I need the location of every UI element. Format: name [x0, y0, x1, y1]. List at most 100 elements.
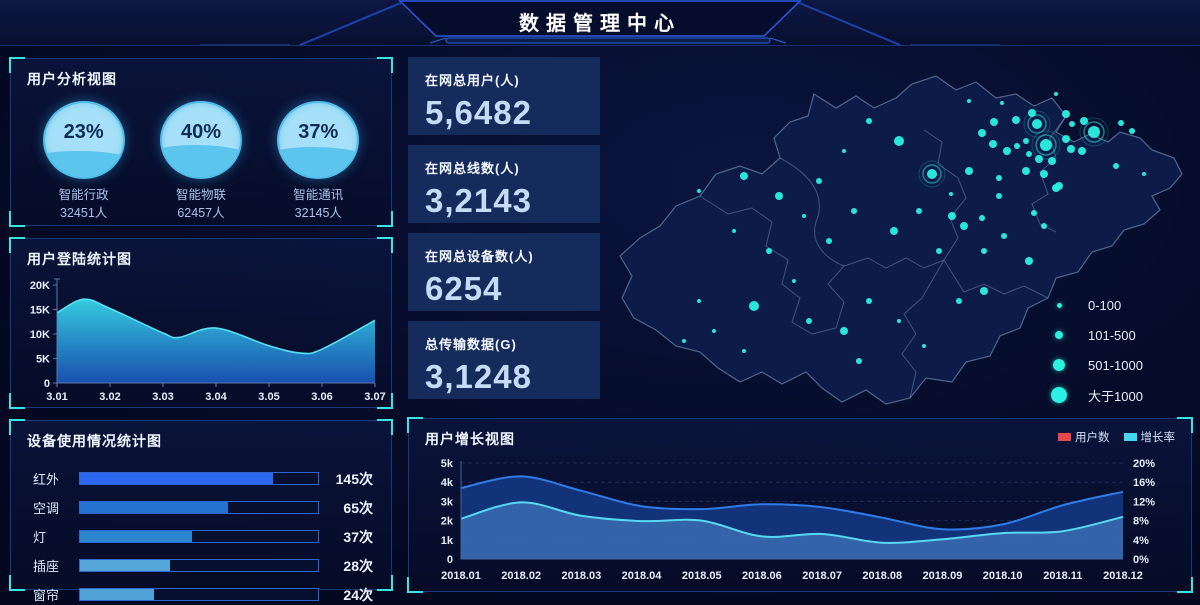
panel-device-usage: 设备使用情况统计图 红外145次空调65次灯37次插座28次窗帘24次	[10, 420, 392, 590]
map-legend-dot	[1051, 387, 1067, 403]
svg-text:1k: 1k	[441, 535, 454, 547]
corner-accent	[377, 211, 393, 227]
map-legend-dot-wrap	[1048, 331, 1070, 339]
svg-text:3.05: 3.05	[258, 391, 279, 403]
gauge-智能物联: 40% 智能物联62457人	[149, 101, 253, 222]
stat-card: 在网总用户(人) 5,6482	[408, 57, 600, 135]
growth-area-chart[interactable]: 01k2k3k4k5k0%4%8%12%16%20%2018.012018.02…	[417, 457, 1187, 597]
panel-user-growth: 用户增长视图 用户数 增长率 01k2k3k4k5k0%4%8%12%16%20…	[408, 418, 1192, 592]
map-legend-label: 101-500	[1088, 328, 1136, 343]
legend-swatch-red	[1058, 433, 1071, 441]
svg-text:8%: 8%	[1133, 516, 1149, 528]
stat-label: 在网总用户(人)	[425, 70, 583, 89]
gauge-wave	[43, 151, 125, 179]
gauge-智能行政: 23%智能行政32451人	[32, 101, 136, 222]
svg-text:2018.04: 2018.04	[622, 570, 663, 582]
device-label: 空调	[25, 498, 79, 517]
svg-text:2018.02: 2018.02	[501, 570, 541, 582]
device-bar-fill	[80, 589, 154, 600]
svg-text:0: 0	[44, 378, 50, 390]
panel-user-analysis: 用户分析视图 23%智能行政32451人 40% 智能物联62457人 37% 智能通讯…	[10, 58, 392, 226]
map-legend-row: 101-500	[1048, 320, 1143, 350]
corner-accent	[407, 577, 423, 593]
panel-title: 用户分析视图	[11, 59, 391, 95]
svg-text:2018.06: 2018.06	[742, 570, 782, 582]
panel-title: 设备使用情况统计图	[11, 421, 391, 457]
corner-accent	[377, 57, 393, 73]
stat-label: 在网总线数(人)	[425, 158, 583, 177]
svg-text:3.01: 3.01	[46, 391, 67, 403]
svg-text:3.04: 3.04	[205, 391, 227, 403]
page-title: 数据管理中心	[0, 7, 1200, 36]
device-bar-track[interactable]	[79, 588, 319, 601]
panel-title: 用户增长视图	[409, 419, 531, 455]
corner-accent	[377, 419, 393, 435]
corner-accent	[377, 575, 393, 591]
gauge-row: 23%智能行政32451人 40% 智能物联62457人 37% 智能通讯32145人	[11, 95, 391, 222]
svg-text:5k: 5k	[441, 458, 454, 470]
legend-item-users[interactable]: 用户数	[1058, 429, 1110, 445]
corner-accent	[377, 393, 393, 409]
liquid-gauge[interactable]: 23%	[43, 101, 125, 179]
liquid-gauge[interactable]: 40%	[160, 101, 242, 179]
device-label: 插座	[25, 556, 79, 575]
device-label: 灯	[25, 527, 79, 546]
svg-text:2018.03: 2018.03	[561, 570, 601, 582]
gauge-count: 62457人	[149, 205, 253, 223]
stat-value: 3,2143	[425, 182, 583, 220]
stat-value: 3,1248	[425, 358, 583, 396]
page-header: 数据管理中心	[0, 0, 1200, 46]
svg-text:2018.01: 2018.01	[441, 570, 481, 582]
device-value: 65次	[319, 498, 373, 518]
stat-card: 总传输数据(G) 3,1248	[408, 321, 600, 399]
gauge-percent: 37%	[279, 121, 357, 144]
panel-title: 用户登陆统计图	[11, 239, 391, 275]
gauge-count: 32451人	[32, 205, 136, 223]
svg-text:2k: 2k	[441, 516, 454, 528]
gauge-label: 智能通讯32145人	[266, 187, 370, 222]
legend-item-growth[interactable]: 增长率	[1124, 429, 1176, 445]
map-legend-dot-wrap	[1048, 359, 1070, 371]
device-row: 灯37次	[25, 529, 373, 544]
growth-legend: 用户数 增长率	[1058, 429, 1191, 445]
dashboard: 数据管理中心 用户分析视图 23%智能行政32451人 40% 智能物联62457人…	[0, 0, 1200, 600]
corner-accent	[407, 417, 423, 433]
device-bar-track[interactable]	[79, 472, 319, 485]
device-value: 24次	[319, 585, 373, 605]
svg-text:2018.05: 2018.05	[682, 570, 722, 582]
stat-card: 在网总设备数(人)6254	[408, 233, 600, 311]
stat-label: 在网总设备数(人)	[425, 246, 583, 265]
gauge-wave	[277, 147, 359, 179]
device-label: 窗帘	[25, 585, 79, 604]
corner-accent	[1177, 417, 1193, 433]
gauge-percent: 40%	[162, 121, 240, 144]
stat-cards: 在网总用户(人) 5,6482 在网总线数(人) 3,2143 在网总设备数(人)625…	[408, 57, 600, 409]
device-label: 红外	[25, 469, 79, 488]
svg-text:2018.11: 2018.11	[1043, 570, 1082, 582]
gauge-name: 智能物联	[149, 187, 253, 205]
device-bar-track[interactable]	[79, 530, 319, 543]
svg-text:2018.10: 2018.10	[983, 570, 1023, 582]
device-value: 28次	[319, 556, 373, 576]
corner-accent	[1177, 577, 1193, 593]
map-legend-row: 501-1000	[1048, 350, 1143, 380]
stat-label: 总传输数据(G)	[425, 334, 583, 353]
device-bar-chart[interactable]: 红外 145次空调 65次灯37次插座 28次窗帘 24次	[11, 457, 391, 602]
svg-text:2018.07: 2018.07	[802, 570, 842, 582]
map-legend-row: 大于1000	[1048, 380, 1143, 410]
gauge-name: 智能通讯	[266, 187, 370, 205]
map-legend: 0-100101-500501-1000大于1000	[1048, 290, 1143, 410]
device-bar-track[interactable]	[79, 559, 319, 572]
stat-value: 5,6482	[425, 94, 583, 132]
legend-swatch-cyan	[1124, 433, 1137, 441]
device-bar-fill	[80, 502, 228, 513]
device-value: 145次	[319, 469, 373, 489]
corner-accent	[9, 419, 25, 435]
device-bar-track[interactable]	[79, 501, 319, 514]
device-bar-fill	[80, 473, 273, 484]
svg-text:2018.09: 2018.09	[923, 570, 963, 582]
gauge-wave	[160, 145, 242, 179]
gauge-智能通讯: 37% 智能通讯32145人	[266, 101, 370, 222]
liquid-gauge[interactable]: 37%	[277, 101, 359, 179]
login-area-chart[interactable]: 05K10K15K20K3.013.023.033.043.053.063.07	[15, 275, 387, 413]
